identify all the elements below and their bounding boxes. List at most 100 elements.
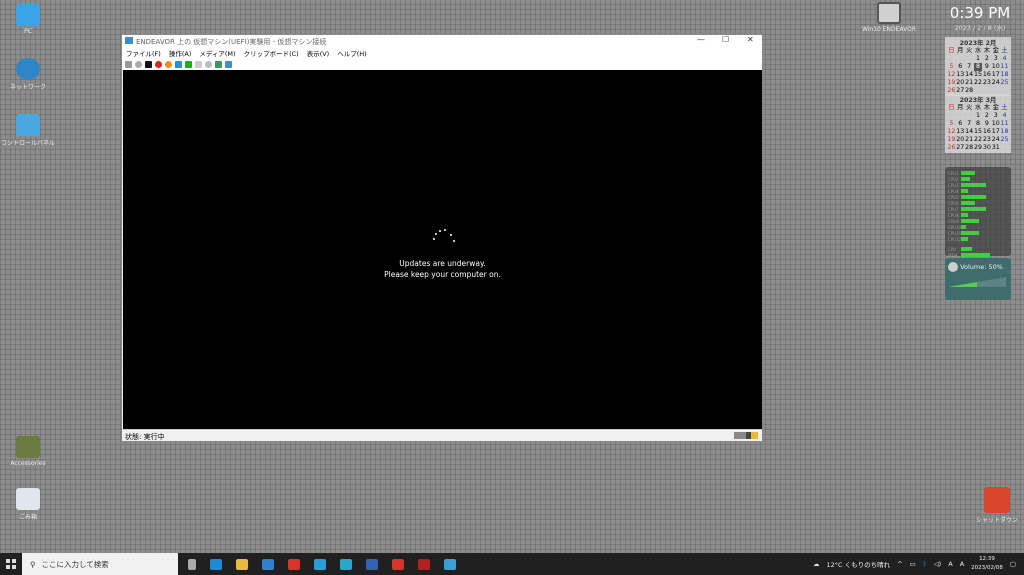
calendar-day[interactable]: 8 [973,63,983,71]
calendar-day[interactable]: 1 [974,55,983,63]
menu-help[interactable]: ヘルプ(H) [337,48,366,58]
calendar-day[interactable]: 1 [974,112,983,120]
taskbar-app-icon[interactable] [366,558,378,570]
taskbar-app-icon[interactable] [288,558,300,570]
search-box[interactable]: ⚲ ここに入力して検索 [22,553,178,575]
calendar-day[interactable]: 11 [1000,63,1009,71]
calendar-day[interactable]: 16 [982,71,991,79]
calendar-day[interactable]: 26 [947,144,956,152]
calendar-day[interactable]: 9 [982,120,991,128]
calendar-day[interactable]: 30 [982,144,991,152]
menu-view[interactable]: 表示(V) [307,48,330,58]
minimize-button[interactable]: — [697,35,705,44]
calendar-day[interactable]: 18 [1000,71,1009,79]
calendar-day[interactable]: 2 [982,112,991,120]
calendar-day[interactable]: 23 [982,79,991,87]
calendar-day[interactable]: 5 [947,120,956,128]
input-mode-icon[interactable]: A [960,560,964,568]
calendar-day[interactable]: 21 [965,136,974,144]
calendar-day[interactable]: 14 [965,128,974,136]
maximize-button[interactable]: ☐ [722,35,729,44]
calendar-day[interactable]: 13 [956,71,965,79]
calendar-day[interactable]: 25 [1000,79,1009,87]
calendar-day[interactable]: 20 [956,136,965,144]
calendar-day[interactable]: 19 [947,136,956,144]
calendar-day[interactable]: 13 [956,128,965,136]
calendar-day[interactable]: 10 [991,63,1000,71]
calendar-day[interactable]: 7 [965,63,974,71]
calendar-day[interactable]: 7 [965,120,974,128]
calendar-day[interactable]: 12 [947,128,956,136]
vm-screen[interactable]: Updates are underway. Please keep your co… [123,70,762,430]
menu-action[interactable]: 操作(A) [169,48,192,58]
menu-clipboard[interactable]: クリップボード(C) [244,48,299,58]
calendar-day[interactable]: 2 [982,55,991,63]
bluetooth-icon[interactable]: ᛒ [923,560,927,568]
calendar-day[interactable]: 16 [982,128,991,136]
turn-off-icon[interactable] [145,60,152,68]
taskbar-app-icon[interactable] [236,558,248,570]
calendar-day[interactable]: 4 [1000,55,1009,63]
calendar-day[interactable]: 22 [974,79,983,87]
start-button[interactable] [6,559,16,569]
pause-icon[interactable] [175,60,182,68]
calendar-day[interactable]: 4 [1000,112,1009,120]
taskbar-app-icon[interactable] [418,558,430,570]
taskbar-app-icon[interactable] [262,558,274,570]
taskbar-app-icon[interactable] [340,558,352,570]
taskbar-app-icon[interactable] [392,558,404,570]
desktop-icon-win10-endeavor[interactable]: Win10 ENDEAVOR [861,2,917,33]
calendar-day[interactable]: 18 [1000,128,1009,136]
calendar-day[interactable]: 3 [991,55,1000,63]
calendar-day[interactable]: 29 [974,144,983,152]
calendar-day[interactable]: 21 [965,79,974,87]
desktop-icon-recycle-bin[interactable]: ごみ箱 [0,488,56,521]
ime-icon[interactable]: A [948,560,952,568]
ctrl-alt-del-icon[interactable] [125,60,132,68]
calendar-day[interactable]: 10 [991,120,1000,128]
desktop-icon-network[interactable]: ネットワーク [0,58,56,91]
calendar-day[interactable]: 17 [991,128,1000,136]
taskbar-time[interactable]: 12:39 [979,556,995,562]
calendar-day[interactable]: 20 [956,79,965,87]
calendar-day[interactable]: 3 [991,112,1000,120]
resume-icon[interactable] [185,60,192,68]
calendar-day[interactable]: 31 [991,144,1000,152]
taskbar-date[interactable]: 2023/02/08 [971,565,1003,571]
chevron-up-icon[interactable]: ^ [897,560,902,568]
calendar-day[interactable]: 5 [947,63,956,71]
calendar-day[interactable]: 25 [1000,136,1009,144]
calendar-day[interactable]: 15 [974,71,983,79]
desktop-icon-control-panel[interactable]: コントロールパネル [0,114,56,147]
calendar-day[interactable]: 8 [974,120,983,128]
volume-widget[interactable]: Volume: 50% [945,258,1011,300]
shutdown-icon[interactable] [155,60,162,68]
task-view-button[interactable] [188,558,196,570]
calendar-day[interactable]: 12 [947,71,956,79]
menu-media[interactable]: メディア(M) [199,48,235,58]
calendar-day[interactable]: 24 [991,79,1000,87]
desktop-icon-pc[interactable]: PC [0,4,56,35]
close-button[interactable]: ✕ [747,35,754,44]
calendar-day[interactable]: 15 [974,128,983,136]
volume-level-bar[interactable] [948,277,1006,287]
calendar-day[interactable]: 9 [982,63,991,71]
weather-text[interactable]: 12°C くもりのち晴れ [827,559,891,569]
taskbar-app-icon[interactable] [444,558,456,570]
start-icon[interactable] [135,60,142,68]
taskbar-app-icon[interactable] [210,558,222,570]
save-icon[interactable] [165,60,172,68]
revert-icon[interactable] [205,60,212,68]
calendar-day[interactable]: 27 [956,144,965,152]
checkpoint-icon[interactable] [195,60,202,68]
calendar-day[interactable]: 17 [991,71,1000,79]
enhanced-session-icon[interactable] [215,60,222,68]
calendar-day[interactable]: 23 [982,136,991,144]
calendar-day[interactable]: 14 [965,71,974,79]
calendar-day[interactable]: 24 [991,136,1000,144]
calendar-day[interactable]: 22 [974,136,983,144]
desktop-icon-shutdown[interactable]: シャットダウン [969,487,1024,524]
share-icon[interactable] [225,60,232,68]
desktop-icon-accessories[interactable]: Accessories [0,436,56,467]
calendar-day[interactable]: 6 [956,63,965,71]
